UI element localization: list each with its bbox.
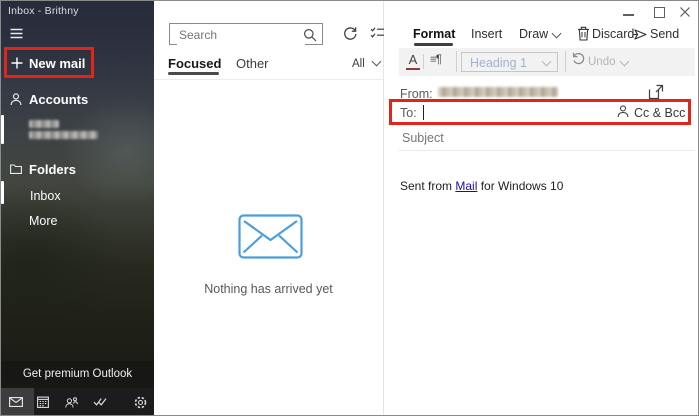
person-icon — [10, 93, 22, 106]
cc-bcc-button[interactable]: Cc & Bcc — [634, 106, 685, 120]
tab-format[interactable]: Format — [413, 27, 455, 41]
ribbon-chevron-down-icon[interactable] — [552, 29, 562, 39]
search-icon[interactable] — [303, 28, 317, 42]
message-list-pane: Focused Other All Nothing has arrived ye… — [154, 1, 384, 415]
trash-icon — [577, 26, 590, 41]
tab-insert[interactable]: Insert — [471, 27, 502, 41]
mail-icon[interactable] — [9, 397, 23, 407]
discard-button[interactable]: Discard — [592, 27, 634, 41]
accounts-label: Accounts — [29, 92, 88, 107]
filter-all-dropdown[interactable]: All — [352, 58, 380, 70]
tab-draw[interactable]: Draw — [519, 27, 548, 41]
choose-contacts-icon[interactable] — [617, 105, 629, 118]
to-input[interactable] — [426, 101, 611, 121]
tabs-divider — [154, 79, 383, 80]
search-input[interactable] — [177, 25, 305, 45]
close-button[interactable] — [679, 6, 692, 19]
sidebar-item-inbox[interactable]: Inbox — [30, 189, 61, 203]
maximize-button[interactable] — [654, 7, 666, 19]
account-item[interactable] — [1, 115, 154, 145]
signature-text: Sent from Mail for Windows 10 — [400, 179, 563, 193]
tab-other[interactable]: Other — [236, 56, 269, 71]
undo-icon[interactable] — [571, 51, 586, 66]
search-box — [169, 23, 323, 45]
people-icon[interactable] — [65, 397, 78, 408]
select-mode-icon[interactable] — [370, 26, 385, 40]
sidebar-item-more[interactable]: More — [29, 214, 57, 228]
font-formatting-button[interactable]: A — [406, 52, 420, 70]
undo-chevron-icon — [620, 57, 630, 67]
to-label: To: — [400, 106, 417, 120]
format-toolbar: A ≡¶ Heading 1 Undo — [399, 48, 695, 76]
from-label: From: — [400, 87, 433, 101]
todo-icon[interactable] — [93, 397, 107, 407]
toolbar-separator — [565, 51, 566, 72]
inbox-selected-indicator — [1, 181, 4, 204]
app-switcher-bar — [1, 388, 154, 416]
calendar-icon[interactable] — [37, 396, 49, 408]
close-icon — [679, 6, 691, 18]
empty-state-message: Nothing has arrived yet — [154, 282, 383, 296]
premium-outlook-banner[interactable]: Get premium Outlook features — [1, 361, 154, 388]
send-button[interactable]: Send — [650, 27, 679, 41]
signature-prefix: Sent from — [400, 179, 455, 193]
send-icon — [632, 28, 647, 41]
popout-window-icon[interactable] — [648, 84, 664, 100]
style-dropdown-value: Heading 1 — [470, 56, 527, 70]
signature-suffix: for Windows 10 — [477, 179, 563, 193]
subject-input[interactable] — [400, 130, 584, 146]
tab-focused[interactable]: Focused — [168, 56, 221, 71]
style-dropdown[interactable]: Heading 1 — [461, 52, 558, 72]
plus-icon — [11, 57, 23, 69]
chevron-down-icon — [542, 57, 552, 67]
account-email-redacted — [29, 131, 98, 139]
paragraph-formatting-button[interactable]: ≡¶ — [430, 54, 441, 66]
format-tab-underline — [414, 43, 453, 46]
sync-icon[interactable] — [342, 25, 358, 41]
mail-link[interactable]: Mail — [455, 179, 477, 193]
folder-icon — [10, 164, 22, 174]
window-title: Inbox - Brithny — [8, 5, 79, 17]
from-address-redacted — [438, 87, 558, 97]
toolbar-separator — [456, 51, 457, 72]
navigation-pane: Inbox - Brithny New mail Accounts — [1, 1, 154, 415]
chevron-down-icon — [372, 57, 382, 67]
maximize-icon — [654, 7, 665, 18]
subject-divider — [399, 150, 695, 151]
new-mail-label: New mail — [29, 56, 85, 71]
hamburger-menu-icon[interactable] — [10, 28, 26, 40]
filter-all-label: All — [352, 58, 365, 70]
folders-label: Folders — [29, 162, 76, 177]
mail-app-window: Inbox - Brithny New mail Accounts — [0, 0, 699, 416]
toolbar-separator — [423, 54, 424, 69]
focused-tab-underline — [168, 72, 219, 75]
undo-button[interactable]: Undo — [588, 56, 616, 68]
new-mail-button[interactable]: New mail — [4, 47, 94, 78]
account-name-redacted — [29, 120, 59, 128]
empty-envelope-illustration — [238, 214, 303, 259]
text-cursor — [423, 105, 424, 120]
sidebar-item-folders[interactable]: Folders — [1, 159, 154, 179]
minimize-button[interactable] — [619, 13, 637, 19]
settings-gear-icon[interactable] — [134, 396, 147, 409]
compose-pane: Format Insert Draw Discard Send A ≡¶ Hea… — [384, 1, 699, 415]
sidebar-item-accounts[interactable]: Accounts — [1, 89, 154, 109]
